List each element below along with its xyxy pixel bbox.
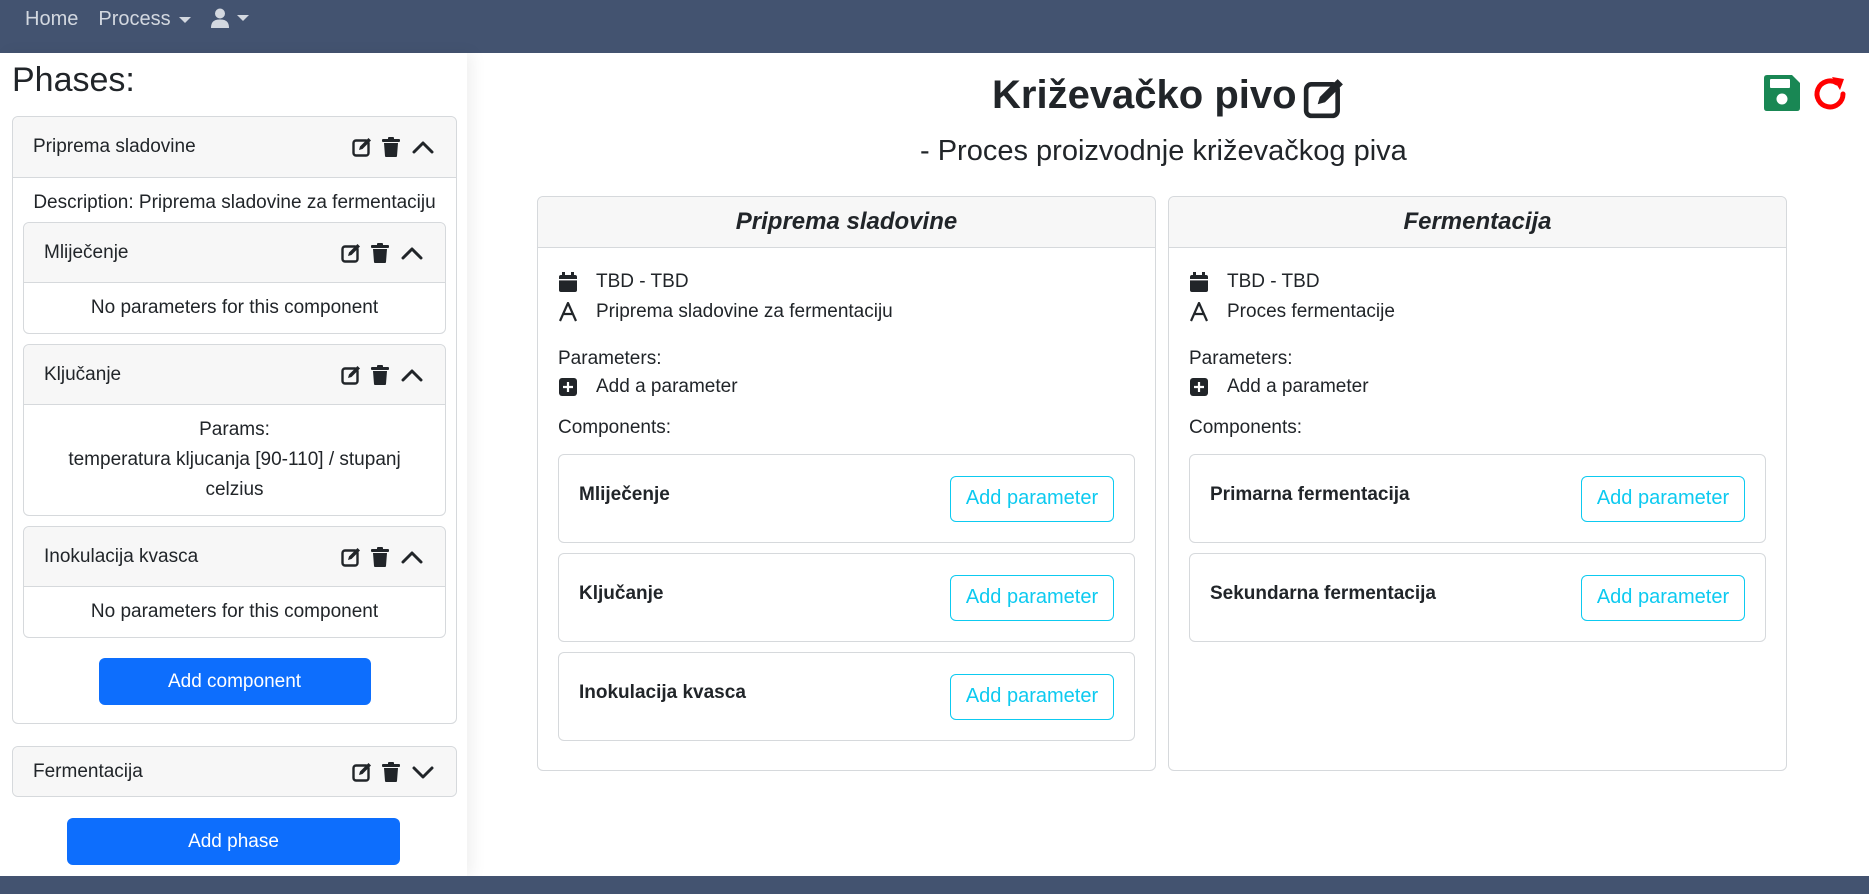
nav-home-link[interactable]: Home (25, 8, 78, 31)
add-parameter-button[interactable]: Add parameter (1581, 475, 1745, 522)
component-body: No parameters for this component (90, 601, 379, 622)
sidebar-component-title: Mliječenje (44, 241, 129, 263)
sidebar-component-card: Ključanje Params: temperatura kljucanja … (23, 344, 446, 516)
top-navbar: Home Process (0, 0, 1869, 53)
edit-icon[interactable] (341, 243, 361, 263)
chevron-down-icon[interactable] (410, 762, 436, 782)
add-a-parameter-label: Add a parameter (596, 376, 738, 397)
chevron-up-icon[interactable] (399, 365, 425, 385)
phase-component-name: Inokulacija kvasca (579, 681, 746, 703)
phases-sidebar: Phases: Priprema sladovine Description: … (0, 53, 467, 876)
user-icon (210, 8, 229, 28)
chevron-up-icon[interactable] (399, 547, 425, 567)
params-value: temperatura kljucanja [90-110] / stupanj… (68, 449, 401, 500)
params-label: Params: (199, 419, 270, 440)
nav-process-label: Process (98, 8, 171, 30)
sidebar-component-header[interactable]: Mliječenje (24, 223, 445, 283)
phase-component-card: Primarna fermentacija Add parameter (1189, 454, 1766, 543)
trash-icon[interactable] (382, 761, 400, 782)
add-a-parameter-label: Add a parameter (1227, 376, 1369, 397)
phase-panel: Fermentacija TBD - TBD Proces fermentaci… (1168, 196, 1787, 771)
phase-description: Proces fermentacije (1227, 301, 1395, 322)
sidebar-component-card: Mliječenje No parameters for this compon… (23, 222, 446, 334)
phase-dates-row: TBD - TBD (1189, 271, 1320, 293)
trash-icon[interactable] (382, 137, 400, 157)
font-icon (1190, 302, 1208, 322)
add-component-button[interactable]: Add component (98, 658, 371, 705)
phase-component-name: Sekundarna fermentacija (1210, 582, 1436, 604)
edit-icon[interactable] (1303, 77, 1345, 119)
phase-component-card: Mliječenje Add parameter (558, 454, 1135, 543)
sidebar-component-title: Inokulacija kvasca (44, 545, 199, 567)
sidebar-component-header[interactable]: Ključanje (24, 345, 445, 405)
calendar-icon (559, 272, 577, 292)
phase-component-card: Sekundarna fermentacija Add parameter (1189, 553, 1766, 642)
phase-component-card: Inokulacija kvasca Add parameter (558, 652, 1135, 741)
nav-home-label: Home (25, 8, 79, 30)
phase-component-name: Mliječenje (579, 483, 670, 505)
process-title: Križevačko pivo (992, 73, 1297, 117)
plus-square-icon (1190, 378, 1208, 396)
calendar-icon (1190, 272, 1208, 292)
phase-dates: TBD - TBD (596, 271, 689, 292)
phase-panel-title: Priprema sladovine (538, 197, 1155, 248)
component-body: No parameters for this component (90, 297, 379, 318)
edit-icon[interactable] (341, 547, 361, 567)
sidebar-phase-title: Priprema sladovine (33, 136, 196, 157)
add-parameter-button[interactable]: Add parameter (950, 475, 1114, 522)
phase-component-name: Primarna fermentacija (1210, 483, 1410, 505)
phase-description: Priprema sladovine za fermentaciju (596, 301, 893, 322)
trash-icon[interactable] (371, 546, 389, 567)
add-phase-button[interactable]: Add phase (67, 818, 400, 865)
nav-user-dropdown[interactable] (210, 8, 249, 28)
trash-icon[interactable] (371, 364, 389, 385)
sidebar-component-header[interactable]: Inokulacija kvasca (24, 527, 445, 587)
sidebar-component-card: Inokulacija kvasca No parameters for thi… (23, 526, 446, 638)
phases-title: Phases: (12, 61, 135, 99)
caret-down-icon (236, 15, 249, 21)
nav-process-dropdown[interactable]: Process (98, 8, 191, 31)
font-icon (559, 302, 577, 322)
sidebar-phase-title: Fermentacija (33, 760, 143, 782)
phase-component-name: Ključanje (579, 582, 664, 604)
undo-icon[interactable] (1810, 75, 1850, 113)
chevron-up-icon[interactable] (410, 137, 436, 157)
phase-panel: Priprema sladovine TBD - TBD Priprema sl… (537, 196, 1156, 771)
add-parameter-button[interactable]: Add parameter (1581, 574, 1745, 621)
phase-description-row: Priprema sladovine za fermentaciju (558, 301, 893, 323)
sidebar-phase-header[interactable]: Priprema sladovine (13, 117, 456, 178)
save-icon[interactable] (1764, 75, 1800, 111)
edit-icon[interactable] (352, 762, 372, 782)
chevron-up-icon[interactable] (399, 243, 425, 263)
components-label: Components: (558, 417, 672, 438)
trash-icon[interactable] (371, 242, 389, 263)
sidebar-component-title: Ključanje (44, 363, 122, 385)
phase-description-row: Proces fermentacije (1189, 301, 1395, 323)
add-a-parameter-link[interactable]: Add a parameter (1189, 376, 1369, 398)
phase-dates: TBD - TBD (1227, 271, 1320, 292)
phase-panel-title: Fermentacija (1169, 197, 1786, 248)
edit-icon[interactable] (352, 137, 372, 157)
plus-square-icon (559, 378, 577, 396)
add-a-parameter-link[interactable]: Add a parameter (558, 376, 738, 398)
bottom-bar (0, 876, 1869, 894)
phase-description: Description: Priprema sladovine za ferme… (33, 192, 436, 213)
add-parameter-button[interactable]: Add parameter (950, 574, 1114, 621)
phase-dates-row: TBD - TBD (558, 271, 689, 293)
components-label: Components: (1189, 417, 1303, 438)
phase-component-card: Ključanje Add parameter (558, 553, 1135, 642)
parameters-label: Parameters: (1189, 348, 1293, 369)
add-parameter-button[interactable]: Add parameter (950, 673, 1114, 720)
process-subtitle: - Proces proizvodnje križevačkog piva (920, 135, 1407, 167)
caret-down-icon (178, 16, 191, 23)
sidebar-phase-card: Priprema sladovine Description: Priprema… (12, 116, 457, 724)
sidebar-phase-card: Fermentacija (12, 746, 457, 797)
sidebar-phase-header[interactable]: Fermentacija (13, 747, 456, 796)
component-params: Params: temperatura kljucanja [90-110] /… (24, 405, 445, 515)
edit-icon[interactable] (341, 365, 361, 385)
parameters-label: Parameters: (558, 348, 662, 369)
